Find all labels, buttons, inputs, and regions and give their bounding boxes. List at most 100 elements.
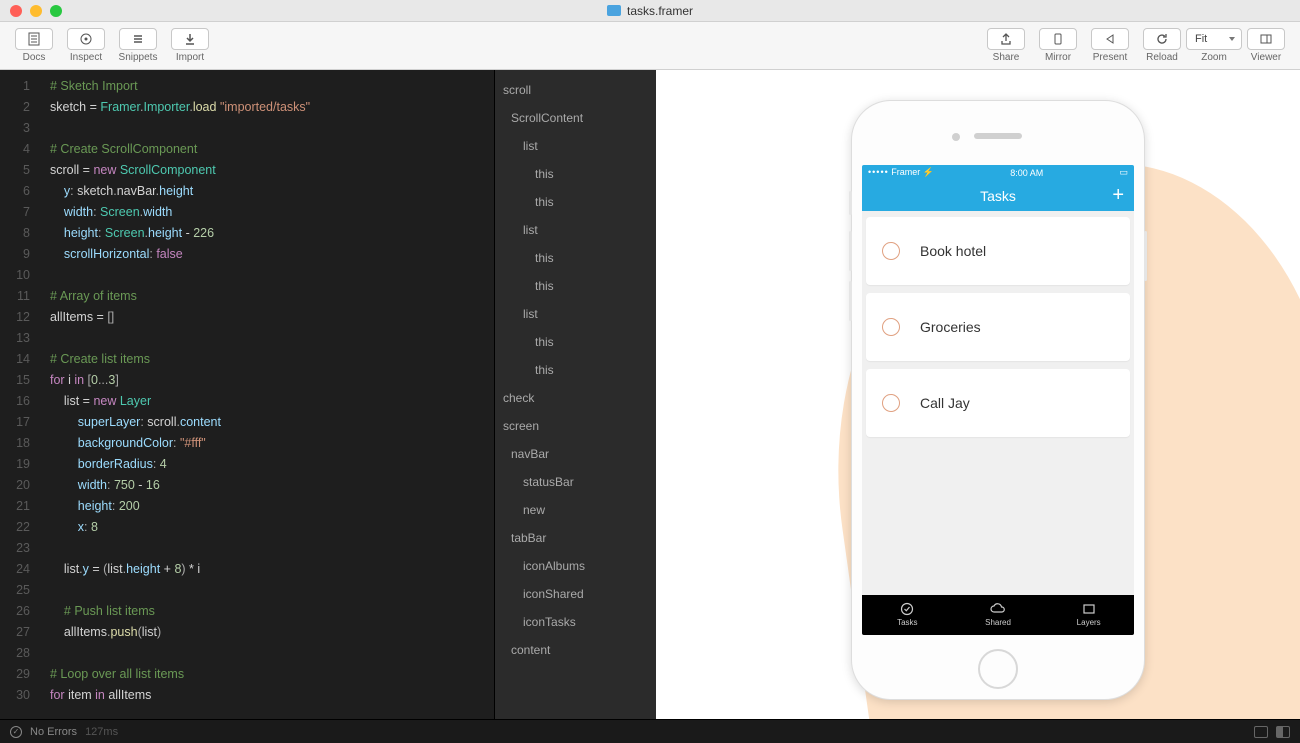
snippets-icon xyxy=(119,28,157,50)
mirror-button[interactable]: Mirror xyxy=(1034,24,1082,68)
layer-list[interactable]: list xyxy=(495,300,656,328)
layer-navBar[interactable]: navBar xyxy=(495,440,656,468)
nav-bar: Tasks + xyxy=(862,181,1134,211)
layer-statusBar[interactable]: statusBar xyxy=(495,468,656,496)
toolbar-label: Mirror xyxy=(1045,52,1071,63)
share-icon xyxy=(987,28,1025,50)
phone-screen[interactable]: ••••• Framer ⚡ 8:00 AM ▭ Tasks + Book ho… xyxy=(862,165,1134,635)
toolbar: Docs Inspect Snippets Import Share Mirror Pre… xyxy=(0,22,1300,70)
layer-scroll[interactable]: scroll xyxy=(495,76,656,104)
viewer-icon xyxy=(1247,28,1285,50)
add-task-button[interactable]: + xyxy=(1112,184,1124,207)
layer-tabBar[interactable]: tabBar xyxy=(495,524,656,552)
layer-list[interactable]: list xyxy=(495,132,656,160)
phone-speaker xyxy=(974,133,1022,139)
panel-toggle-icon[interactable] xyxy=(1276,726,1290,738)
tab-label: Shared xyxy=(985,618,1011,627)
share-button[interactable]: Share xyxy=(982,24,1030,68)
viewer-button[interactable]: Viewer xyxy=(1242,24,1290,68)
phone-side-button xyxy=(849,191,852,215)
battery-icon: ▭ xyxy=(1119,167,1128,178)
docs-icon xyxy=(15,28,53,50)
layer-check[interactable]: check xyxy=(495,384,656,412)
task-card[interactable]: Groceries xyxy=(866,293,1130,361)
window-title: tasks.framer xyxy=(607,4,693,18)
import-button[interactable]: Import xyxy=(166,24,214,68)
layers-panel[interactable]: scrollScrollContentlistthisthislistthist… xyxy=(494,70,656,719)
preview-pane: ••••• Framer ⚡ 8:00 AM ▭ Tasks + Book ho… xyxy=(656,70,1300,719)
wifi-icon: ⚡ xyxy=(923,167,934,177)
zoom-select[interactable]: FitZoom xyxy=(1190,24,1238,68)
zoom-dropdown[interactable]: Fit xyxy=(1186,28,1242,50)
status-time: 8:00 AM xyxy=(1010,168,1043,178)
toolbar-label: Reload xyxy=(1146,52,1178,63)
layer-this[interactable]: this xyxy=(495,328,656,356)
zoom-window-button[interactable] xyxy=(50,5,62,17)
status-bar-bottom: ✓ No Errors 127ms xyxy=(0,719,1300,743)
toolbar-label: Docs xyxy=(23,52,46,63)
layer-this[interactable]: this xyxy=(495,244,656,272)
task-list[interactable]: Book hotel Groceries Call Jay xyxy=(862,211,1134,595)
task-card[interactable]: Call Jay xyxy=(866,369,1130,437)
traffic-lights xyxy=(0,5,62,17)
toolbar-label: Present xyxy=(1093,52,1127,63)
status-bar: ••••• Framer ⚡ 8:00 AM ▭ xyxy=(862,165,1134,181)
mirror-icon xyxy=(1039,28,1077,50)
close-window-button[interactable] xyxy=(10,5,22,17)
layer-iconShared[interactable]: iconShared xyxy=(495,580,656,608)
status-errors: No Errors xyxy=(30,726,77,738)
layer-this[interactable]: this xyxy=(495,188,656,216)
toolbar-label: Import xyxy=(176,52,204,63)
cloud-icon xyxy=(989,602,1007,616)
phone-side-button xyxy=(849,231,852,271)
layer-this[interactable]: this xyxy=(495,272,656,300)
code-editor[interactable]: 1234567891011121314151617181920212223242… xyxy=(0,70,494,719)
signal-icon: ••••• xyxy=(868,167,889,177)
layer-new[interactable]: new xyxy=(495,496,656,524)
import-icon xyxy=(171,28,209,50)
task-label: Call Jay xyxy=(920,395,970,411)
inspect-button[interactable]: Inspect xyxy=(62,24,110,68)
minimize-window-button[interactable] xyxy=(30,5,42,17)
snippets-button[interactable]: Snippets xyxy=(114,24,162,68)
phone-side-button xyxy=(1144,231,1147,281)
task-card[interactable]: Book hotel xyxy=(866,217,1130,285)
task-checkbox[interactable] xyxy=(882,242,900,260)
phone-mockup: ••••• Framer ⚡ 8:00 AM ▭ Tasks + Book ho… xyxy=(851,100,1145,700)
task-label: Book hotel xyxy=(920,243,986,259)
layer-this[interactable]: this xyxy=(495,356,656,384)
titlebar: tasks.framer xyxy=(0,0,1300,22)
toolbar-label: Inspect xyxy=(70,52,102,63)
layer-ScrollContent[interactable]: ScrollContent xyxy=(495,104,656,132)
editor-code[interactable]: # Sketch Import sketch = Framer.Importer… xyxy=(40,70,494,719)
layer-content[interactable]: content xyxy=(495,636,656,664)
phone-side-button xyxy=(849,281,852,321)
toolbar-label: Share xyxy=(993,52,1020,63)
tab-tasks[interactable]: Tasks xyxy=(862,595,953,635)
layer-iconTasks[interactable]: iconTasks xyxy=(495,608,656,636)
tab-label: Tasks xyxy=(897,618,917,627)
tab-label: Layers xyxy=(1077,618,1101,627)
inspect-icon xyxy=(67,28,105,50)
task-label: Groceries xyxy=(920,319,981,335)
task-checkbox[interactable] xyxy=(882,394,900,412)
layer-iconAlbums[interactable]: iconAlbums xyxy=(495,552,656,580)
reload-icon xyxy=(1143,28,1181,50)
phone-camera xyxy=(952,133,960,141)
tab-layers[interactable]: Layers xyxy=(1043,595,1134,635)
tab-shared[interactable]: Shared xyxy=(953,595,1044,635)
reload-button[interactable]: Reload xyxy=(1138,24,1186,68)
task-checkbox[interactable] xyxy=(882,318,900,336)
docs-button[interactable]: Docs xyxy=(10,24,58,68)
layer-list[interactable]: list xyxy=(495,216,656,244)
status-time: 127ms xyxy=(85,726,118,738)
home-button[interactable] xyxy=(978,649,1018,689)
editor-gutter: 1234567891011121314151617181920212223242… xyxy=(0,70,40,719)
toolbar-label: Zoom xyxy=(1201,52,1227,63)
console-toggle-icon[interactable] xyxy=(1254,726,1268,738)
framer-file-icon xyxy=(607,5,621,16)
main-area: 1234567891011121314151617181920212223242… xyxy=(0,70,1300,719)
layer-this[interactable]: this xyxy=(495,160,656,188)
present-button[interactable]: Present xyxy=(1086,24,1134,68)
layer-screen[interactable]: screen xyxy=(495,412,656,440)
